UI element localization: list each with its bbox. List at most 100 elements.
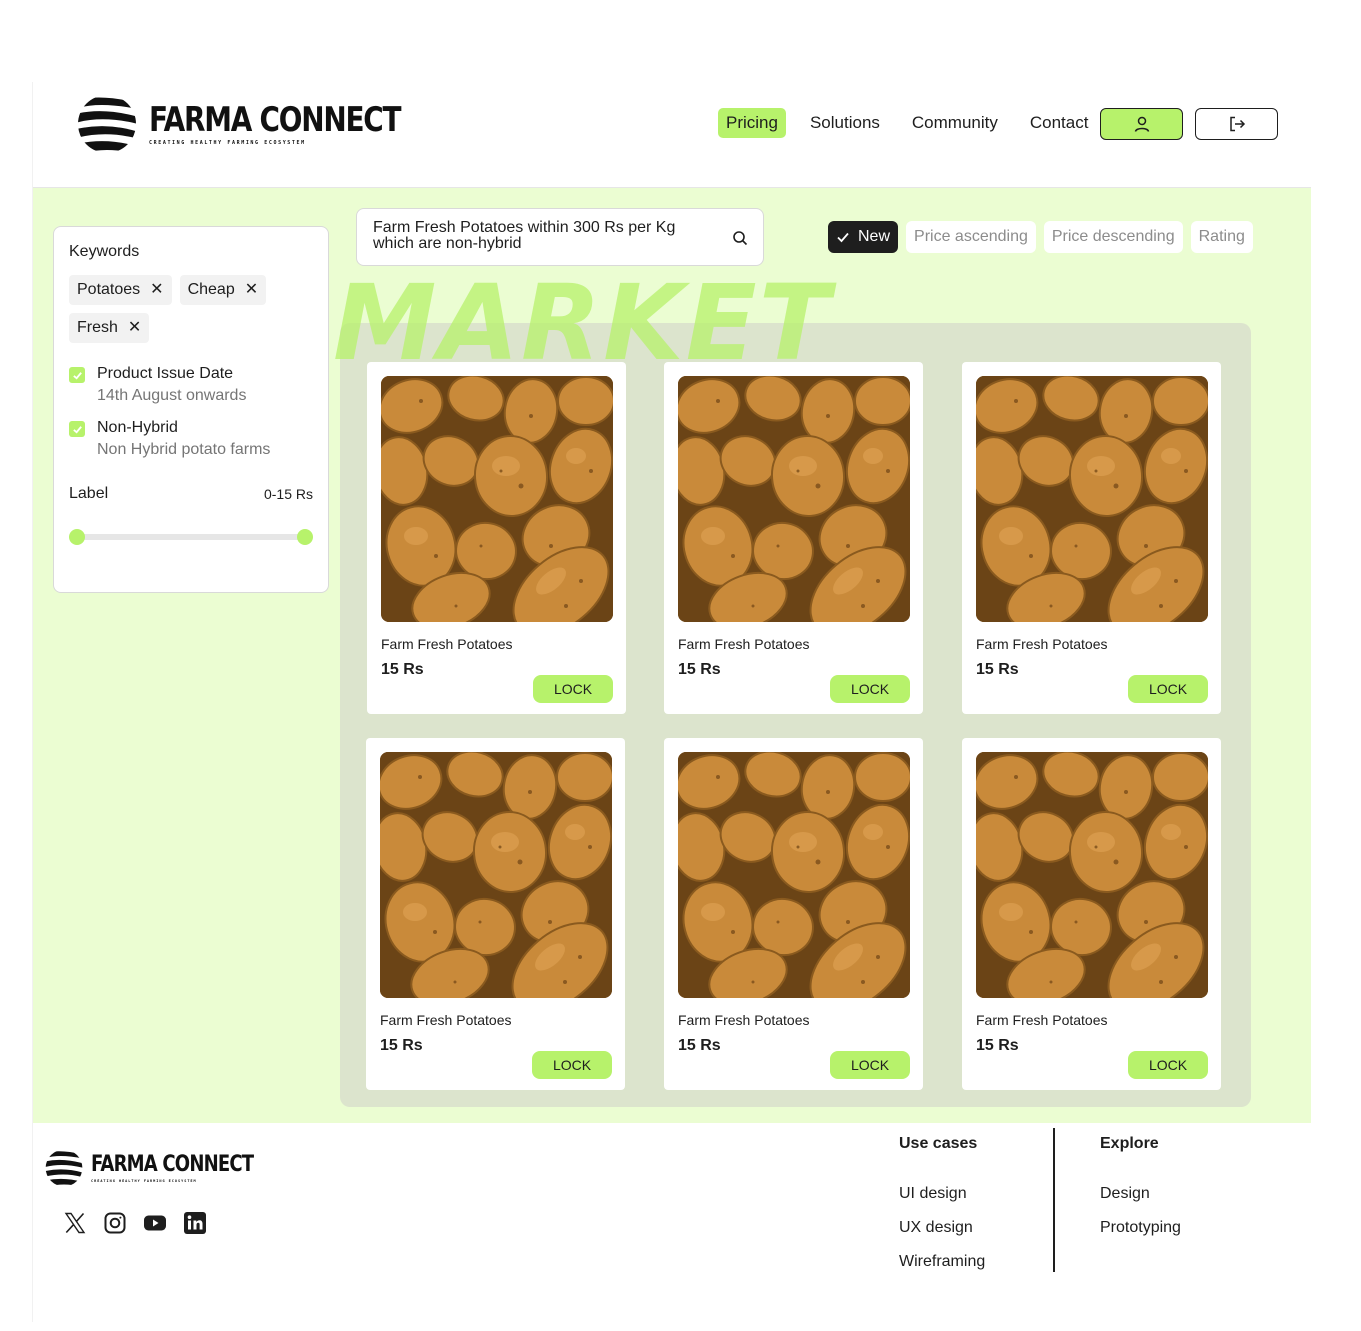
filter-non-hybrid: Non-Hybrid Non Hybrid potato farms	[69, 419, 313, 459]
search-icon[interactable]	[732, 230, 748, 246]
range-value: 0-15 Rs	[263, 486, 313, 502]
linkedin-icon[interactable]	[183, 1211, 207, 1235]
non-hybrid-desc: Non Hybrid potato farms	[97, 441, 271, 458]
explore-title: Explore	[1100, 1135, 1159, 1152]
keywords-title: Keywords	[69, 243, 140, 260]
keyword-tag-label: Fresh	[77, 319, 118, 336]
product-name: Farm Fresh Potatoes	[976, 1012, 1108, 1028]
product-image	[678, 752, 910, 998]
price-range-slider[interactable]	[69, 529, 313, 545]
close-icon[interactable]: ✕	[128, 320, 141, 336]
filter-panel: Keywords Potatoes ✕ Cheap ✕ Fresh ✕ Prod…	[53, 226, 329, 593]
use-cases-title: Use cases	[899, 1135, 978, 1152]
social-links	[63, 1211, 207, 1235]
sort-rating[interactable]: Rating	[1190, 221, 1253, 253]
lock-button[interactable]: LOCK	[1128, 1051, 1208, 1079]
footer-link-prototyping[interactable]: Prototyping	[1100, 1219, 1181, 1237]
logo-mark-icon	[45, 1151, 83, 1187]
instagram-icon[interactable]	[103, 1211, 127, 1235]
check-icon	[837, 232, 849, 243]
keyword-tag: Fresh ✕	[69, 313, 150, 343]
product-card[interactable]: Farm Fresh Potatoes 15 Rs LOCK	[367, 362, 626, 714]
non-hybrid-checkbox[interactable]	[69, 421, 85, 437]
product-grid: Farm Fresh Potatoes 15 Rs LOCK Farm Fres…	[340, 323, 1251, 1107]
brand-tagline: CREATING HEALTHY FARMING ECOSYSTEM	[149, 140, 306, 146]
app-frame: FARMA CONNECT CREATING HEALTHY FARMING E…	[32, 82, 1311, 1322]
product-image	[976, 376, 1208, 622]
product-image	[380, 752, 612, 998]
nav-pricing[interactable]: Pricing	[718, 108, 786, 138]
product-card[interactable]: Farm Fresh Potatoes 15 Rs LOCK	[962, 362, 1221, 714]
nav-contact[interactable]: Contact	[1022, 108, 1097, 138]
footer-link-wireframing[interactable]: Wireframing	[899, 1253, 985, 1271]
header: FARMA CONNECT CREATING HEALTHY FARMING E…	[33, 82, 1311, 188]
slider-min-handle[interactable]	[69, 529, 85, 545]
product-image	[678, 376, 910, 622]
brand-name: FARMA CONNECT	[149, 100, 402, 140]
footer-link-ux-design[interactable]: UX design	[899, 1219, 985, 1237]
slider-max-handle[interactable]	[297, 529, 313, 545]
product-price: 15 Rs	[381, 661, 424, 678]
footer-link-ui-design[interactable]: UI design	[899, 1185, 985, 1203]
sort-price-descending[interactable]: Price descending	[1043, 221, 1183, 253]
close-icon[interactable]: ✕	[150, 282, 163, 298]
lock-button[interactable]: LOCK	[830, 675, 910, 703]
search-box[interactable]: Farm Fresh Potatoes within 300 Rs per Kg…	[356, 208, 764, 266]
x-icon[interactable]	[63, 1211, 87, 1235]
keyword-tag: Cheap ✕	[179, 275, 267, 305]
product-image	[381, 376, 613, 622]
issue-date-label: Product Issue Date	[97, 365, 234, 382]
product-price: 15 Rs	[976, 1037, 1019, 1054]
sort-price-ascending[interactable]: Price ascending	[906, 221, 1036, 253]
search-input[interactable]: Farm Fresh Potatoes within 300 Rs per Kg…	[373, 220, 713, 252]
lock-button[interactable]: LOCK	[532, 1051, 612, 1079]
footer: FARMA CONNECT CREATING HEALTHY FARMING E…	[33, 1123, 1311, 1322]
product-name: Farm Fresh Potatoes	[380, 1012, 512, 1028]
product-price: 15 Rs	[678, 1037, 721, 1054]
filter-issue-date: Product Issue Date 14th August onwards	[69, 365, 313, 405]
product-price: 15 Rs	[380, 1037, 423, 1054]
lock-button[interactable]: LOCK	[830, 1051, 910, 1079]
close-icon[interactable]: ✕	[245, 282, 258, 298]
sort-options: New Price ascending Price descending Rat…	[828, 221, 1253, 253]
price-range-header: Label 0-15 Rs	[69, 485, 313, 503]
sort-new-label: New	[858, 228, 891, 245]
logout-button[interactable]	[1195, 108, 1278, 140]
issue-date-desc: 14th August onwards	[97, 387, 247, 404]
product-card[interactable]: Farm Fresh Potatoes 15 Rs LOCK	[664, 738, 923, 1090]
footer-divider	[1053, 1128, 1055, 1272]
product-price: 15 Rs	[678, 661, 721, 678]
nav-solutions[interactable]: Solutions	[802, 108, 888, 138]
keyword-tag-label: Potatoes	[77, 281, 141, 298]
brand-logo[interactable]: FARMA CONNECT CREATING HEALTHY FARMING E…	[77, 94, 455, 154]
keyword-tags: Potatoes ✕ Cheap ✕ Fresh ✕	[69, 275, 299, 343]
product-name: Farm Fresh Potatoes	[381, 636, 513, 652]
logout-icon	[1229, 116, 1245, 132]
market-heading: MARKET	[333, 262, 832, 384]
slider-track	[77, 534, 305, 540]
check-icon	[72, 371, 82, 380]
profile-button[interactable]	[1100, 108, 1183, 140]
footer-link-design[interactable]: Design	[1100, 1185, 1181, 1203]
footer-brand-name: FARMA CONNECT	[91, 1152, 254, 1177]
footer-brand-tagline: CREATING HEALTHY FARMING ECOSYSTEM	[91, 1179, 197, 1183]
keyword-tag: Potatoes ✕	[69, 275, 172, 305]
product-card[interactable]: Farm Fresh Potatoes 15 Rs LOCK	[962, 738, 1221, 1090]
nav-community[interactable]: Community	[904, 108, 1006, 138]
product-card[interactable]: Farm Fresh Potatoes 15 Rs LOCK	[366, 738, 625, 1090]
product-image	[976, 752, 1208, 998]
product-card[interactable]: Farm Fresh Potatoes 15 Rs LOCK	[664, 362, 923, 714]
non-hybrid-label: Non-Hybrid	[97, 419, 178, 436]
logo-mark-icon	[78, 97, 136, 153]
footer-explore: Explore Design Prototyping	[1100, 1135, 1181, 1253]
issue-date-checkbox[interactable]	[69, 367, 85, 383]
user-icon	[1134, 116, 1149, 132]
check-icon	[72, 425, 82, 434]
lock-button[interactable]: LOCK	[533, 675, 613, 703]
sort-new[interactable]: New	[828, 221, 899, 253]
range-label: Label	[69, 485, 109, 502]
youtube-icon[interactable]	[143, 1211, 167, 1235]
footer-logo[interactable]: FARMA CONNECT CREATING HEALTHY FARMING E…	[45, 1149, 289, 1187]
product-price: 15 Rs	[976, 661, 1019, 678]
lock-button[interactable]: LOCK	[1128, 675, 1208, 703]
